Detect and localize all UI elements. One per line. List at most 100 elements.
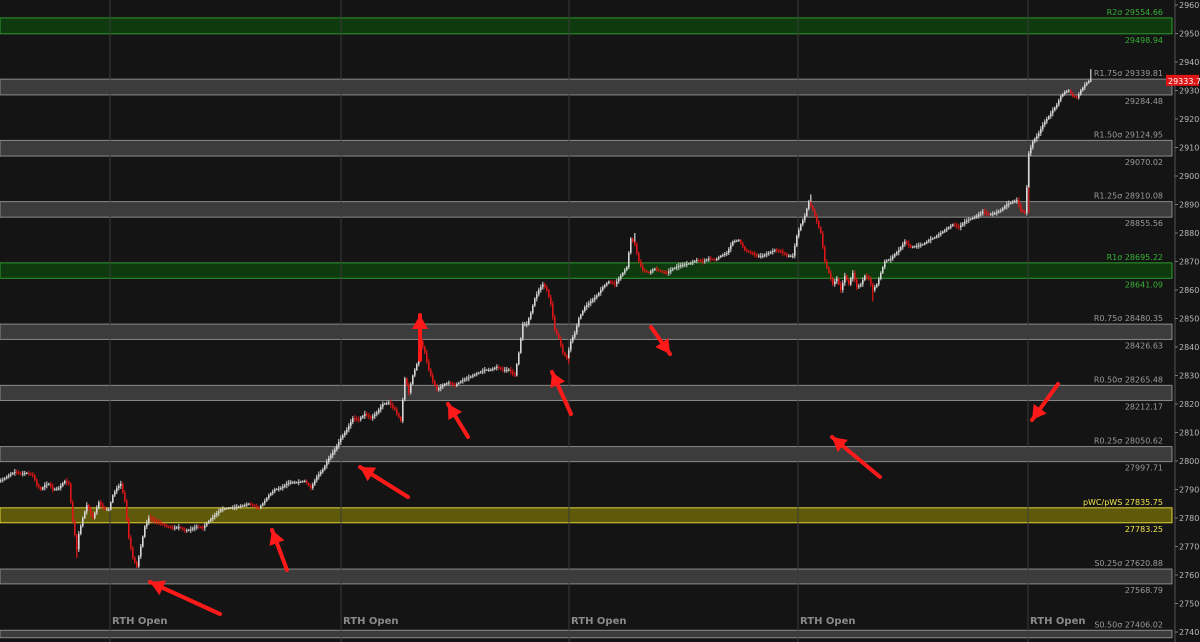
candle-body (26, 472, 28, 474)
candle-body (666, 272, 668, 274)
candle-body (448, 382, 450, 384)
candle-body (1046, 119, 1048, 122)
candle-body (414, 369, 416, 376)
candle-body (688, 263, 690, 265)
candle-body (92, 513, 94, 518)
candle-body (180, 527, 182, 529)
candle-body (252, 504, 254, 506)
candle-body (468, 377, 470, 379)
candle-body (782, 251, 784, 253)
candle-body (788, 255, 790, 257)
annotation-arrow-head (412, 315, 428, 329)
candle-body (452, 383, 454, 385)
candle-body (528, 318, 530, 325)
candle-body (926, 241, 928, 243)
candle-body (678, 265, 680, 267)
candle-body (208, 520, 210, 524)
candle-body (626, 267, 628, 271)
candle-body (590, 301, 592, 304)
candle-body (820, 227, 822, 233)
candle-body (814, 210, 816, 216)
candle-body (900, 247, 902, 251)
candle-body (576, 325, 578, 333)
candle-body (338, 442, 340, 446)
candle-body (262, 503, 264, 506)
candle-body (692, 261, 694, 263)
candle-body (1042, 124, 1044, 129)
current-price-label: 29333.75 (1168, 77, 1200, 86)
candle-body (570, 341, 572, 350)
candle-body (434, 381, 436, 386)
candle-body (228, 508, 230, 510)
candle-body (930, 239, 932, 241)
candle-body (1030, 147, 1032, 154)
candle-body (444, 384, 446, 386)
y-tick-label: 27600.00 (1179, 571, 1200, 580)
zone-band (0, 446, 1173, 463)
candle-body (348, 425, 350, 430)
price-chart[interactable]: R2σ 29554.66 29498.94 R1.75σ 29339.81 29284… (0, 0, 1200, 642)
zone-band (0, 568, 1173, 585)
zone-top-label: R1.50σ 29124.95 (1094, 130, 1163, 139)
candle-body (432, 375, 434, 382)
candle-body (114, 491, 116, 496)
candle-body (446, 383, 448, 385)
candle-body (336, 445, 338, 450)
candle-body (1054, 107, 1056, 111)
candle-body (308, 483, 310, 486)
candle-body (808, 201, 810, 209)
candle-body (1060, 96, 1062, 101)
candle-body (386, 403, 388, 405)
session-label: RTH Open (1030, 616, 1085, 627)
candle-body (498, 366, 500, 368)
candle-body (10, 474, 12, 476)
candle-body (390, 402, 392, 405)
candle-body (956, 225, 958, 227)
candle-body (710, 258, 712, 260)
candle-body (702, 261, 704, 263)
candle-body (842, 282, 844, 290)
candle-body (734, 241, 736, 243)
candle-body (484, 369, 486, 371)
candle-body (664, 271, 666, 273)
y-tick-label: 29500.00 (1179, 30, 1200, 39)
zone-bottom-label: 27997.71 (1125, 464, 1163, 473)
zone-band (0, 17, 1173, 35)
candle-body (442, 385, 444, 387)
candle-body (958, 226, 960, 228)
candle-body (532, 305, 534, 313)
candle-body (912, 246, 914, 248)
candle-body (38, 485, 40, 488)
candle-body (64, 480, 66, 484)
y-tick-label: 27700.00 (1179, 543, 1200, 552)
candle-body (156, 520, 158, 522)
candle-body (880, 272, 882, 279)
candle-body (320, 471, 322, 475)
candle-body (274, 489, 276, 492)
candle-body (160, 522, 162, 524)
candle-body (1080, 90, 1082, 95)
candle-body (776, 250, 778, 252)
candle-body (340, 438, 342, 442)
candle-body (206, 523, 208, 526)
candle-body (580, 314, 582, 319)
candle-body (342, 435, 344, 439)
candle-body (960, 225, 962, 228)
candle-body (268, 495, 270, 499)
candle-body (80, 525, 82, 534)
candle-body (302, 481, 304, 483)
candle-body (868, 277, 870, 279)
candle-body (248, 503, 250, 505)
candle-body (890, 258, 892, 260)
candle-body (230, 507, 232, 509)
candle-body (1066, 91, 1068, 93)
candle-body (276, 489, 278, 491)
candle-body (246, 504, 248, 506)
y-tick-label: 27800.00 (1179, 514, 1200, 523)
candle-body (430, 369, 432, 376)
candle-body (754, 253, 756, 255)
candle-body (524, 324, 526, 326)
candle-body (314, 480, 316, 485)
candle-body (936, 235, 938, 238)
zone-top-label: pWC/pWS 27835.75 (1083, 498, 1163, 507)
